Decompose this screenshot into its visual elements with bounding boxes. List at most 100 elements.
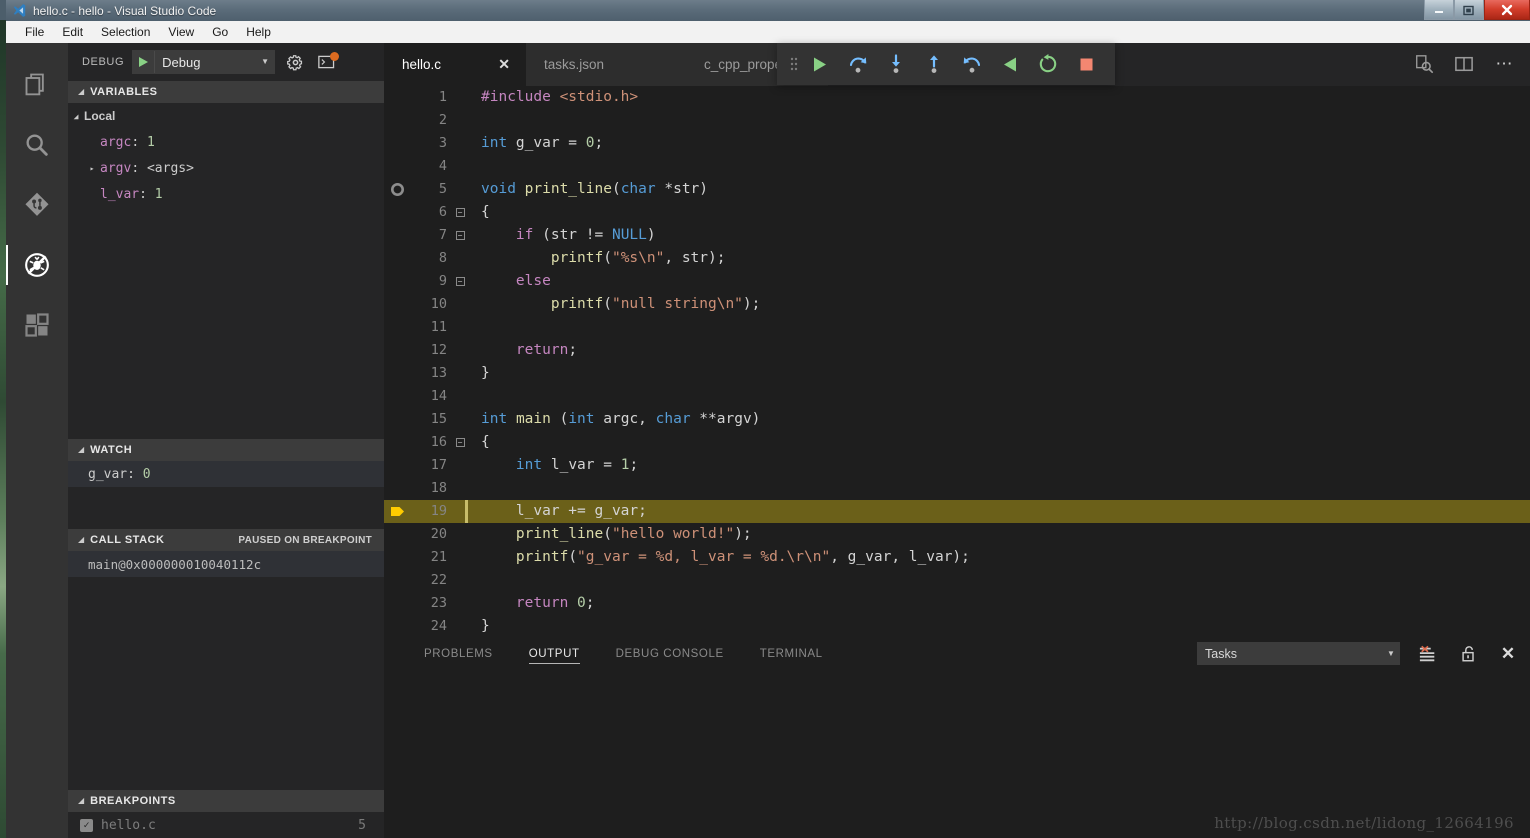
callstack-status: PAUSED ON BREAKPOINT bbox=[238, 534, 372, 546]
fold-collapse-icon[interactable]: − bbox=[452, 276, 468, 286]
callstack-frame[interactable]: main@0x000000010040112c bbox=[68, 551, 384, 577]
open-launch-json-button[interactable] bbox=[283, 50, 307, 74]
activity-source-control[interactable] bbox=[6, 175, 68, 235]
debug-step-into-button[interactable] bbox=[877, 43, 915, 85]
tab-terminal[interactable]: TERMINAL bbox=[742, 635, 841, 673]
code-line-4[interactable]: 4 bbox=[384, 155, 1530, 178]
code-line-16[interactable]: 16− { bbox=[384, 431, 1530, 454]
output-channel-select[interactable]: Tasks ▼ bbox=[1197, 642, 1400, 666]
section-header-watch[interactable]: ◢ WATCH bbox=[68, 439, 384, 461]
section-header-breakpoints[interactable]: ◢ BREAKPOINTS bbox=[68, 790, 384, 812]
debug-step-out-button[interactable] bbox=[915, 43, 953, 85]
activity-search[interactable] bbox=[6, 115, 68, 175]
close-panel-button[interactable]: ✕ bbox=[1496, 642, 1520, 666]
code-line-7[interactable]: 7− if (str != NULL) bbox=[384, 224, 1530, 247]
callstack-body: main@0x000000010040112c bbox=[68, 551, 384, 577]
breakpoint-checkbox[interactable]: ✓ bbox=[80, 818, 93, 832]
step-into-icon bbox=[892, 54, 900, 73]
debug-label: DEBUG bbox=[82, 56, 125, 68]
tab-output[interactable]: OUTPUT bbox=[511, 635, 598, 673]
drag-handle-icon[interactable] bbox=[787, 53, 801, 75]
code-line-1[interactable]: 1 #include <stdio.h> bbox=[384, 86, 1530, 109]
lock-scroll-button[interactable] bbox=[1456, 642, 1480, 666]
chevron-right-icon[interactable]: ▸ bbox=[84, 164, 100, 173]
vscode-logo-icon bbox=[13, 4, 26, 17]
window-controls bbox=[1424, 0, 1530, 21]
menu-view[interactable]: View bbox=[159, 23, 203, 41]
menu-file[interactable]: File bbox=[16, 23, 53, 41]
activity-debug[interactable] bbox=[6, 235, 68, 295]
line-number: 12 bbox=[430, 342, 447, 359]
section-header-callstack[interactable]: ◢ CALL STACK PAUSED ON BREAKPOINT bbox=[68, 529, 384, 551]
menu-go[interactable]: Go bbox=[203, 23, 237, 41]
variable-row-argc[interactable]: argc : 1 bbox=[68, 129, 384, 155]
code-line-14[interactable]: 14 bbox=[384, 385, 1530, 408]
code-editor[interactable]: 1 #include <stdio.h> 2 3 int g_var = 0; 4 5 voi… bbox=[384, 85, 1530, 634]
code-line-12[interactable]: 12 return; bbox=[384, 339, 1530, 362]
breakpoint-unverified-icon[interactable] bbox=[384, 182, 410, 196]
code-line-21[interactable]: 21 printf("g_var = %d, l_var = %d.\r\n",… bbox=[384, 546, 1530, 569]
code-line-13[interactable]: 13} bbox=[384, 362, 1530, 385]
breakpoint-row[interactable]: ✓ hello.c 5 bbox=[68, 812, 384, 838]
lock-icon bbox=[1461, 645, 1474, 662]
start-debugging-button[interactable] bbox=[133, 51, 156, 73]
debug-reverse-continue-button[interactable] bbox=[991, 43, 1029, 85]
tab-hello-c[interactable]: hello.c ✕ bbox=[384, 43, 526, 86]
close-icon[interactable]: ✕ bbox=[476, 57, 510, 71]
restore-button[interactable] bbox=[1454, 0, 1484, 20]
tab-debug-console[interactable]: DEBUG CONSOLE bbox=[598, 635, 742, 673]
code-line-8[interactable]: 8 printf("%s\n", str); bbox=[384, 247, 1530, 270]
tab-tasks-json[interactable]: tasks.json bbox=[526, 43, 686, 86]
variables-scope-local[interactable]: ◢ Local bbox=[68, 103, 384, 129]
menu-selection[interactable]: Selection bbox=[92, 23, 159, 41]
sidebar-spacer bbox=[68, 577, 384, 790]
debug-step-over-button[interactable] bbox=[839, 43, 877, 85]
activity-extensions[interactable] bbox=[6, 295, 68, 355]
debug-step-back-button[interactable] bbox=[953, 43, 991, 85]
more-actions-button[interactable]: ⋯ bbox=[1492, 52, 1516, 76]
code-line-2[interactable]: 2 bbox=[384, 109, 1530, 132]
code-line-15[interactable]: 15 int main (int argc, char **argv) bbox=[384, 408, 1530, 431]
code-line-10[interactable]: 10 printf("null string\n"); bbox=[384, 293, 1530, 316]
activity-explorer[interactable] bbox=[6, 55, 68, 115]
close-button[interactable] bbox=[1484, 0, 1530, 20]
fold-collapse-icon[interactable]: − bbox=[452, 230, 468, 240]
fold-collapse-icon[interactable]: − bbox=[452, 437, 468, 447]
code-line-22[interactable]: 22 bbox=[384, 569, 1530, 592]
code-line-20[interactable]: 20 print_line("hello world!"); bbox=[384, 523, 1530, 546]
line-number: 19 bbox=[430, 503, 447, 520]
code-line-5[interactable]: 5 void print_line(char *str) bbox=[384, 178, 1530, 201]
debug-launch-bar: DEBUG Debug ▼ bbox=[68, 43, 384, 81]
code-line-19[interactable]: 19 l_var += g_var; bbox=[384, 499, 1530, 523]
section-header-variables[interactable]: ◢ VARIABLES bbox=[68, 81, 384, 103]
launch-configuration-value: Debug bbox=[162, 54, 201, 70]
debug-stop-button[interactable] bbox=[1067, 43, 1105, 85]
code-line-9[interactable]: 9− else bbox=[384, 270, 1530, 293]
code-line-18[interactable]: 18 bbox=[384, 477, 1530, 500]
clear-output-button[interactable] bbox=[1416, 642, 1440, 666]
menu-help[interactable]: Help bbox=[237, 23, 280, 41]
code-line-11[interactable]: 11 bbox=[384, 316, 1530, 339]
code-line-17[interactable]: 17 int l_var = 1; bbox=[384, 454, 1530, 477]
debug-console-button[interactable] bbox=[315, 50, 340, 74]
code-line-24[interactable]: 24} bbox=[384, 615, 1530, 633]
fold-collapse-icon[interactable]: − bbox=[452, 207, 468, 217]
breakpoint-current-icon[interactable] bbox=[384, 505, 410, 518]
code-line-3[interactable]: 3 int g_var = 0; bbox=[384, 132, 1530, 155]
watch-row-g_var[interactable]: g_var : 0 bbox=[68, 461, 384, 487]
tab-problems[interactable]: PROBLEMS bbox=[406, 635, 511, 673]
split-editor-button[interactable] bbox=[1452, 52, 1476, 76]
variable-row-l_var[interactable]: l_var : 1 bbox=[68, 181, 384, 207]
panel-actions: Tasks ▼ ✕ bbox=[1197, 642, 1530, 666]
code-line-23[interactable]: 23 return 0; bbox=[384, 592, 1530, 615]
variable-row-argv[interactable]: ▸ argv : <args> bbox=[68, 155, 384, 181]
open-changes-button[interactable] bbox=[1412, 52, 1436, 76]
stop-icon bbox=[1080, 58, 1092, 70]
code-line-6[interactable]: 6− { bbox=[384, 201, 1530, 224]
menu-edit[interactable]: Edit bbox=[53, 23, 92, 41]
minimize-button[interactable] bbox=[1424, 0, 1454, 20]
debug-restart-button[interactable] bbox=[1029, 43, 1067, 85]
launch-configuration-select[interactable]: Debug ▼ bbox=[132, 50, 276, 74]
debug-continue-button[interactable] bbox=[801, 43, 839, 85]
variable-value: 1 bbox=[146, 134, 155, 150]
